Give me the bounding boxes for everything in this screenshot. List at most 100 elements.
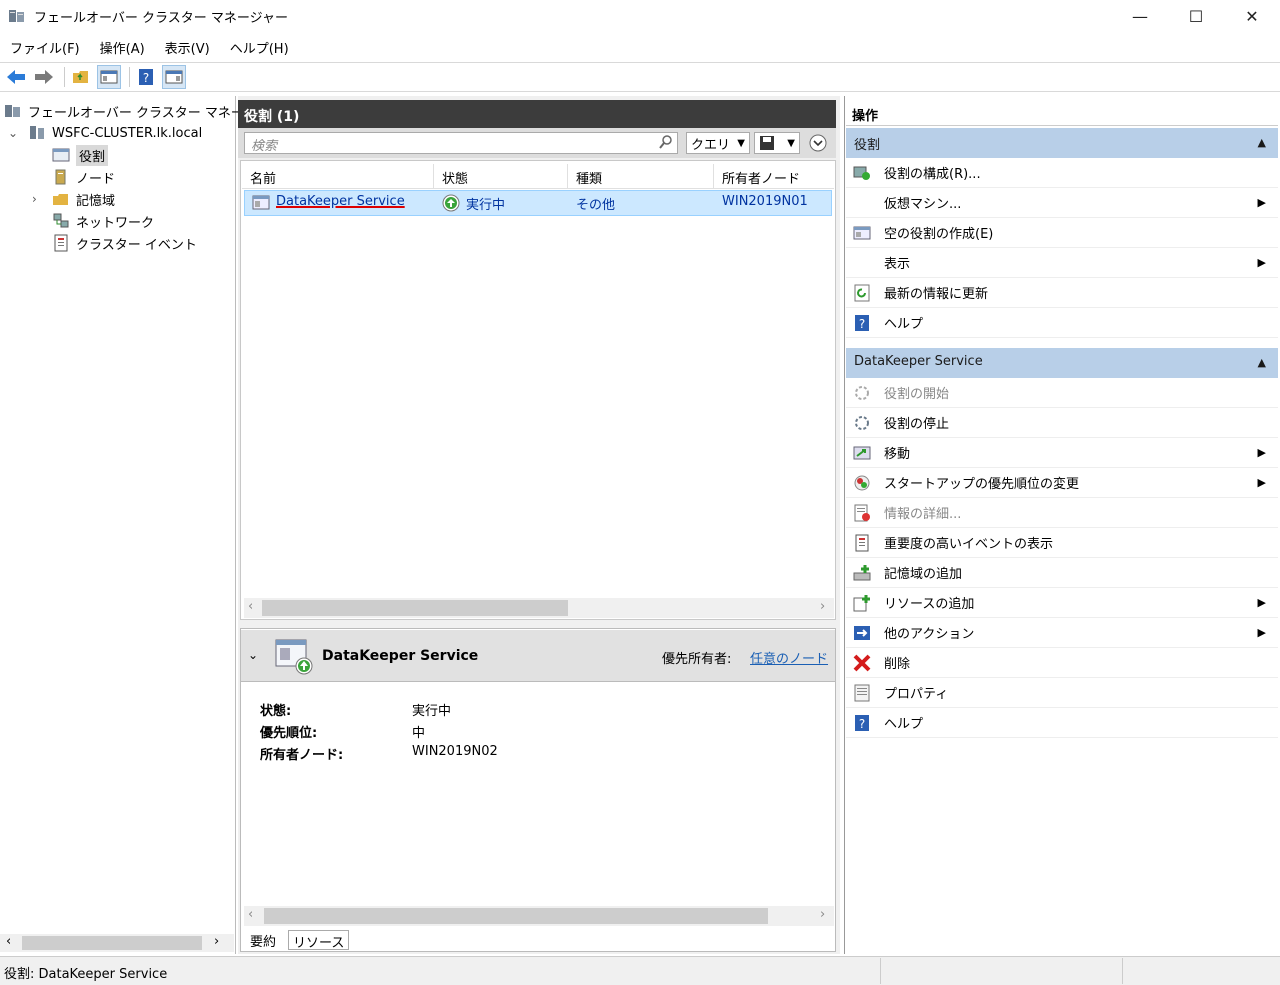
scroll-left-icon[interactable]: ‹ bbox=[248, 907, 253, 922]
toolbar-separator bbox=[129, 67, 130, 87]
collapse-caret-icon[interactable]: ▲ bbox=[1258, 136, 1266, 149]
tab-resources[interactable]: リソース bbox=[288, 930, 350, 951]
cluster-icon bbox=[30, 126, 44, 139]
tree-item-cluster-events[interactable]: クラスター イベント bbox=[52, 232, 197, 254]
priority-icon bbox=[852, 473, 872, 493]
role-status-cell: 実行中 bbox=[466, 198, 506, 213]
menu-bar: ファイル(F) 操作(A) 表示(V) ヘルプ(H) bbox=[0, 34, 1280, 60]
forward-icon[interactable] bbox=[32, 65, 56, 89]
show-hide-tree-icon[interactable] bbox=[97, 65, 121, 89]
toolbar: ? bbox=[0, 62, 1280, 92]
roles-icon bbox=[52, 148, 70, 162]
action-show-critical-events[interactable]: 重要度の高いイベントの表示 bbox=[846, 528, 1278, 558]
action-refresh[interactable]: 最新の情報に更新 bbox=[846, 278, 1278, 308]
action-help-2[interactable]: ? ヘルプ bbox=[846, 708, 1278, 738]
search-input[interactable]: 検索 bbox=[244, 132, 678, 154]
action-view[interactable]: 表示 ▶ bbox=[846, 248, 1278, 278]
preferred-owner-label: 優先所有者: bbox=[662, 652, 732, 667]
action-change-startup-priority[interactable]: スタートアップの優先順位の変更 ▶ bbox=[846, 468, 1278, 498]
action-more-info[interactable]: 情報の詳細... bbox=[846, 498, 1278, 528]
show-hide-action-pane-icon[interactable] bbox=[162, 65, 186, 89]
menu-help[interactable]: ヘルプ(H) bbox=[230, 38, 289, 57]
query-button[interactable]: クエリ ▼ bbox=[686, 132, 750, 154]
scroll-right-icon[interactable]: › bbox=[820, 907, 825, 922]
role-name-cell[interactable]: DataKeeper Service bbox=[276, 194, 405, 209]
tree-item-roles[interactable]: 役割 bbox=[52, 144, 109, 166]
column-header-owner-node[interactable]: 所有者ノード bbox=[714, 164, 834, 188]
close-button[interactable]: ✕ bbox=[1224, 0, 1280, 32]
scroll-right-icon[interactable]: › bbox=[820, 599, 825, 614]
status-bar: 役割: DataKeeper Service bbox=[0, 956, 1280, 985]
tree-item-nodes[interactable]: ノード bbox=[52, 166, 115, 188]
tree-horizontal-scrollbar[interactable]: ‹ › bbox=[0, 934, 234, 952]
search-icon[interactable] bbox=[658, 134, 674, 150]
tab-summary[interactable]: 要約 bbox=[246, 930, 280, 950]
tree-item-cluster[interactable]: WSFC-CLUSTER.lk.local bbox=[28, 122, 202, 144]
expand-collapse-icon[interactable] bbox=[808, 133, 828, 153]
action-properties[interactable]: プロパティ bbox=[846, 678, 1278, 708]
submenu-arrow-icon: ▶ bbox=[1257, 596, 1266, 609]
menu-view[interactable]: 表示(V) bbox=[165, 38, 210, 57]
empty-role-icon bbox=[852, 223, 872, 243]
nodes-icon bbox=[55, 169, 66, 185]
submenu-arrow-icon: ▶ bbox=[1257, 476, 1266, 489]
action-help[interactable]: ? ヘルプ bbox=[846, 308, 1278, 338]
stop-icon bbox=[852, 413, 872, 433]
actions-group-roles[interactable]: 役割 ▲ bbox=[846, 128, 1278, 158]
collapse-caret-icon[interactable]: ▲ bbox=[1258, 356, 1266, 369]
scrollbar-thumb[interactable] bbox=[262, 600, 568, 616]
help-icon: ? bbox=[852, 713, 872, 733]
action-add-resource[interactable]: リソースの追加 ▶ bbox=[846, 588, 1278, 618]
menu-file[interactable]: ファイル(F) bbox=[10, 38, 80, 57]
role-type-cell: その他 bbox=[576, 198, 616, 213]
up-folder-icon[interactable] bbox=[69, 65, 93, 89]
maximize-button[interactable]: ☐ bbox=[1168, 0, 1224, 32]
roles-grid bbox=[240, 160, 836, 620]
help-icon[interactable]: ? bbox=[134, 65, 158, 89]
action-start-role[interactable]: 役割の開始 bbox=[846, 378, 1278, 408]
toolbar-separator bbox=[64, 67, 65, 87]
scrollbar-thumb[interactable] bbox=[264, 908, 768, 924]
svg-text:?: ? bbox=[859, 717, 865, 731]
scroll-left-icon[interactable]: ‹ bbox=[6, 934, 11, 949]
minimize-button[interactable]: — bbox=[1112, 0, 1168, 32]
column-header-status[interactable]: 状態 bbox=[434, 164, 568, 188]
chevron-right-icon[interactable]: › bbox=[32, 192, 37, 206]
refresh-icon bbox=[852, 283, 872, 303]
back-icon[interactable] bbox=[4, 65, 28, 89]
actions-group-datakeeper[interactable]: DataKeeper Service ▲ bbox=[846, 348, 1278, 378]
action-more-actions[interactable]: 他のアクション ▶ bbox=[846, 618, 1278, 648]
detail-status-label: 状態: bbox=[260, 704, 292, 719]
scroll-right-icon[interactable]: › bbox=[214, 934, 219, 949]
action-create-empty-role[interactable]: 空の役割の作成(E) bbox=[846, 218, 1278, 248]
preferred-owner-link[interactable]: 任意のノード bbox=[750, 648, 828, 667]
tree-item-networks[interactable]: ネットワーク bbox=[52, 210, 154, 232]
add-storage-icon bbox=[852, 563, 872, 583]
column-header-type[interactable]: 種類 bbox=[568, 164, 714, 188]
tree-item-storage[interactable]: 記憶域 bbox=[52, 188, 115, 210]
svg-text:?: ? bbox=[143, 71, 149, 85]
configure-icon bbox=[852, 163, 872, 183]
cluster-manager-icon bbox=[5, 105, 20, 117]
menu-action[interactable]: 操作(A) bbox=[100, 38, 145, 57]
chevron-down-icon[interactable]: ⌄ bbox=[8, 126, 18, 140]
events-icon bbox=[852, 533, 872, 553]
scroll-left-icon[interactable]: ‹ bbox=[248, 599, 253, 614]
action-virtual-machines[interactable]: 仮想マシン... ▶ bbox=[846, 188, 1278, 218]
properties-icon bbox=[852, 683, 872, 703]
action-add-storage[interactable]: 記憶域の追加 bbox=[846, 558, 1278, 588]
delete-icon bbox=[852, 653, 872, 673]
actions-pane-title: 操作 bbox=[846, 100, 1278, 126]
scrollbar-thumb[interactable] bbox=[22, 936, 202, 950]
action-configure-role[interactable]: 役割の構成(R)... bbox=[846, 158, 1278, 188]
column-header-name[interactable]: 名前 bbox=[242, 164, 434, 188]
chevron-down-icon[interactable]: ⌄ bbox=[248, 648, 258, 662]
action-delete[interactable]: 削除 bbox=[846, 648, 1278, 678]
save-query-button[interactable]: ▼ bbox=[754, 132, 800, 154]
chevron-down-icon: ▼ bbox=[737, 137, 745, 149]
generic-role-icon bbox=[252, 195, 270, 210]
chevron-down-icon: ▼ bbox=[787, 137, 795, 149]
detail-owner-label: 所有者ノード: bbox=[260, 748, 344, 763]
action-stop-role[interactable]: 役割の停止 bbox=[846, 408, 1278, 438]
action-move[interactable]: 移動 ▶ bbox=[846, 438, 1278, 468]
